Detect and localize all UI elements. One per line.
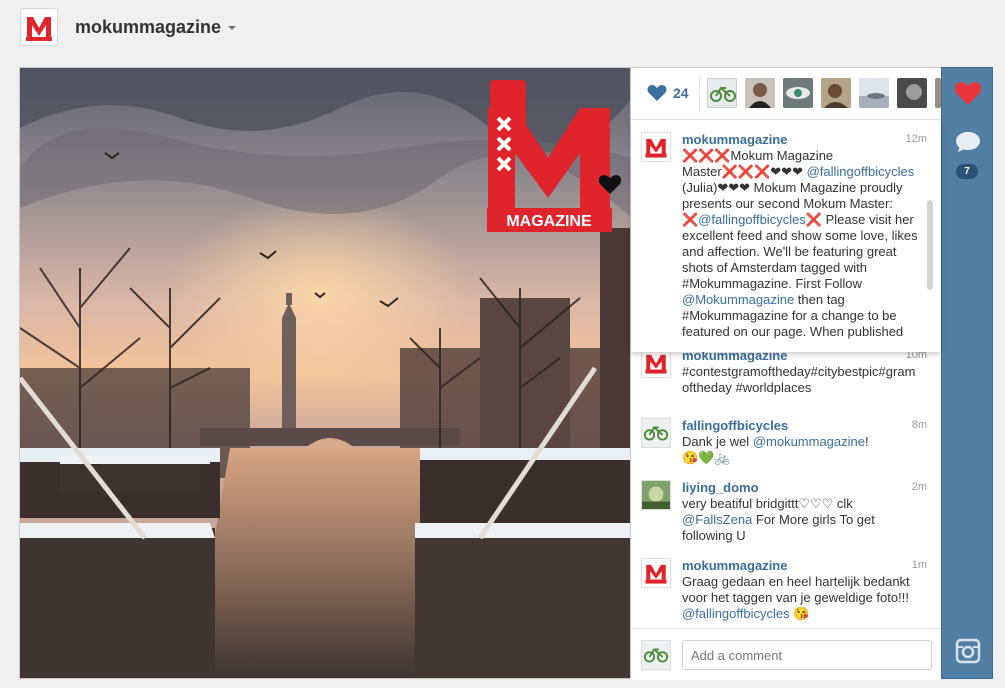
action-bar: 7: [941, 67, 993, 679]
caption-timestamp: 12m: [905, 133, 927, 145]
comment-text: Graag gedaan en heel hartelijk bedankt v…: [682, 574, 922, 622]
liker-avatar[interactable]: [897, 78, 927, 108]
amsterdam-canal-image: MAGAZINE: [20, 68, 630, 678]
comment-text-part: very beatiful bridgittt♡♡♡ clk: [682, 496, 853, 511]
comment-username[interactable]: mokummagazine: [682, 352, 787, 363]
like-count: 24: [673, 85, 689, 101]
add-comment-input[interactable]: [682, 640, 932, 670]
chevron-down-icon[interactable]: [228, 26, 236, 30]
instagram-camera-icon[interactable]: [955, 638, 981, 664]
comment-timestamp: 8m: [911, 419, 927, 431]
person-photo-icon: [745, 78, 775, 108]
mention-link[interactable]: @fallingoffbicycles: [682, 606, 790, 621]
caption-text: ❌❌❌Mokum Magazine Master❌❌❌❤❤❤ @fallingo…: [682, 148, 922, 340]
comment-timestamp: 2m: [911, 481, 927, 493]
person-photo-icon: [821, 78, 851, 108]
liker-avatar[interactable]: [783, 78, 813, 108]
comment-bubble-icon[interactable]: [955, 130, 981, 154]
mention-link[interactable]: @Mokummagazine: [682, 292, 794, 307]
mention-link[interactable]: @mokummagazine: [753, 434, 865, 449]
mention-link[interactable]: @fallingoffbicycles: [807, 164, 915, 179]
mokum-logo-icon: [24, 12, 54, 42]
commenter-avatar[interactable]: [641, 480, 671, 510]
liker-avatar[interactable]: [859, 78, 889, 108]
commenter-avatar[interactable]: [641, 418, 671, 448]
eye-photo-icon: [783, 78, 813, 108]
commenter-avatar[interactable]: [641, 132, 671, 162]
person-photo-icon: [897, 78, 927, 108]
comments-list: mokummagazine 10m #contestgramoftheday#c…: [631, 352, 941, 622]
comment-text: #contestgramoftheday#citybestpic#gramoft…: [682, 364, 916, 395]
svg-text:MAGAZINE: MAGAZINE: [506, 213, 592, 230]
landscape-photo-icon: [859, 78, 889, 108]
comment-timestamp: 1m: [911, 559, 927, 571]
commenter-avatar[interactable]: [641, 558, 671, 588]
heart-icon: [647, 85, 667, 101]
comment-text: very beatiful bridgittt♡♡♡ clk @FallsZen…: [682, 496, 922, 544]
profile-header: mokummagazine: [0, 0, 1005, 62]
mokum-logo-icon: [645, 564, 667, 584]
current-user-avatar: [641, 640, 671, 670]
comment-count-badge: 7: [956, 164, 978, 179]
bicycle-icon: [642, 641, 670, 669]
like-count-group[interactable]: 24: [647, 84, 689, 102]
mokum-logo-icon: [645, 138, 667, 158]
comment-timestamp: 10m: [905, 352, 927, 361]
likes-bar: 24: [631, 68, 941, 120]
comment-text-part: 😘: [789, 606, 810, 621]
profile-username[interactable]: mokummagazine: [75, 17, 221, 38]
comment-username[interactable]: mokummagazine: [682, 558, 787, 573]
caption-username[interactable]: mokummagazine: [682, 132, 787, 147]
commenter-avatar[interactable]: [641, 352, 671, 378]
scrollbar[interactable]: [927, 200, 933, 290]
mention-link[interactable]: @FallsZena: [682, 512, 752, 527]
comment-username[interactable]: fallingoffbicycles: [682, 418, 788, 433]
add-comment-row: [631, 628, 941, 680]
mention-link[interactable]: @fallingoffbicycles: [698, 212, 806, 227]
bicycle-icon: [642, 419, 670, 447]
comment-text-part: Dank je wel: [682, 434, 753, 449]
post-photo[interactable]: MAGAZINE: [19, 67, 631, 679]
comment-text-part: Graag gedaan en heel hartelijk bedankt v…: [682, 574, 914, 605]
bicycle-icon: [710, 86, 736, 102]
profile-avatar[interactable]: [20, 8, 58, 46]
like-heart-icon[interactable]: [954, 80, 982, 106]
mokum-logo-icon: [645, 354, 667, 374]
liker-avatar[interactable]: [707, 78, 737, 108]
liker-avatar[interactable]: [745, 78, 775, 108]
post-details-panel: 24 mokummagazine 12m ❌❌❌Mokum Magazine M…: [631, 67, 941, 680]
comment-text: Dank je wel @mokummagazine! 😘💚🚲: [682, 434, 922, 466]
comment-username[interactable]: liying_domo: [682, 480, 759, 495]
person-photo-icon: [642, 481, 670, 509]
caption-box: mokummagazine 12m ❌❌❌Mokum Magazine Mast…: [631, 120, 941, 352]
divider: [699, 76, 700, 112]
liker-avatar[interactable]: [821, 78, 851, 108]
